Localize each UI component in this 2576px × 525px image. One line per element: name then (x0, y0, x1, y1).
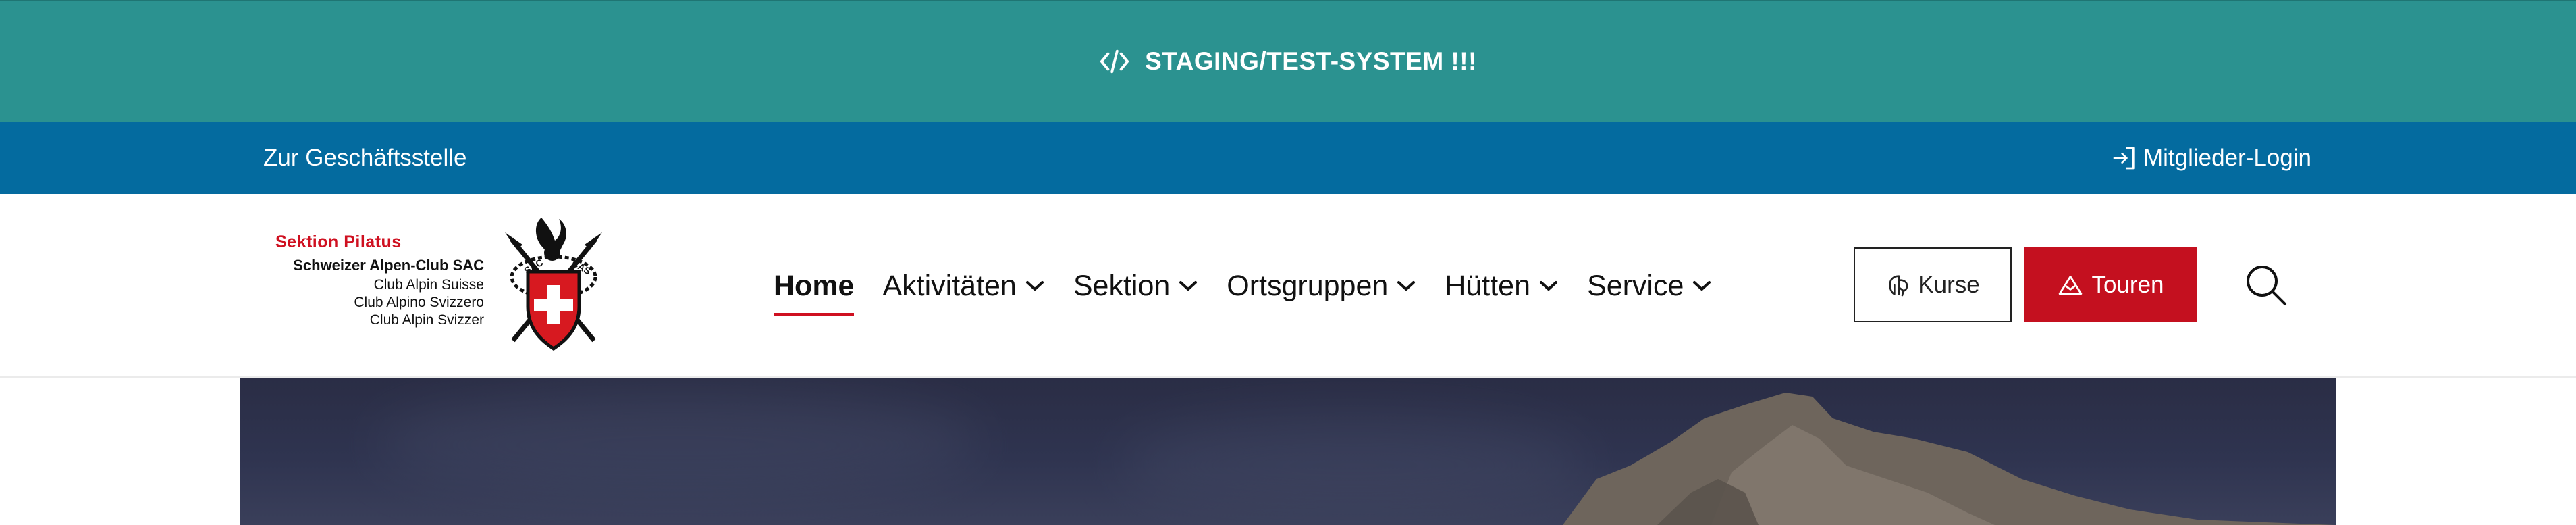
nav-item-label: Aktivitäten (882, 269, 1017, 302)
nav-item-ortsgruppen[interactable]: Ortsgruppen (1227, 270, 1416, 303)
staging-text: STAGING/TEST-SYSTEM !!! (1145, 47, 1477, 75)
logo-sektion: Sektion Pilatus (275, 232, 402, 251)
logo-club-line: Club Alpin Svizzer (369, 312, 484, 328)
logo-club-line: Club Alpin Suisse (373, 277, 484, 293)
mountain-icon (2059, 275, 2083, 295)
kurse-label: Kurse (1918, 271, 1980, 298)
nav-item-huetten[interactable]: Hütten (1445, 270, 1559, 303)
nav-item-label: Sektion (1073, 269, 1171, 302)
code-icon (1100, 49, 1129, 74)
course-icon (1889, 274, 1908, 296)
search-icon[interactable] (2243, 261, 2290, 309)
nav-item-label: Hütten (1445, 269, 1531, 302)
member-login-link[interactable]: Mitglieder-Login (2111, 122, 2311, 194)
kurse-button[interactable]: Kurse (1854, 247, 2012, 322)
chevron-down-icon (1540, 281, 1558, 291)
nav-item-service[interactable]: Service (1587, 270, 1712, 303)
staging-banner: STAGING/TEST-SYSTEM !!! (0, 0, 2576, 122)
sac-seal-icon: SAC CAS (505, 218, 602, 351)
logo-club-main: Schweizer Alpen-Club SAC (293, 257, 484, 274)
chevron-down-icon (1179, 281, 1198, 291)
office-link[interactable]: Zur Geschäftsstelle (263, 122, 467, 194)
chevron-down-icon (1025, 281, 1044, 291)
nav-item-sektion[interactable]: Sektion (1073, 270, 1198, 303)
login-icon (2113, 147, 2135, 169)
nav-item-label: Ortsgruppen (1227, 269, 1389, 302)
nav-item-home[interactable]: Home (774, 269, 855, 316)
site-header: Sektion Pilatus Schweizer Alpen-Club SAC… (0, 194, 2576, 378)
logo-club-line: Club Alpino Svizzero (354, 295, 484, 310)
nav-item-aktivitaeten[interactable]: Aktivitäten (882, 270, 1044, 303)
main-nav: Home Aktivitäten Sektion Ortsgruppen Hüt… (774, 194, 1740, 378)
chevron-down-icon (1397, 281, 1416, 291)
mountain-rock (1563, 393, 2336, 525)
chevron-down-icon (1693, 281, 1711, 291)
sac-logo[interactable]: Sektion Pilatus Schweizer Alpen-Club SAC… (275, 212, 616, 357)
hero-image (240, 378, 2336, 525)
top-bar: Zur Geschäftsstelle Mitglieder-Login (0, 122, 2576, 194)
touren-label: Touren (2091, 271, 2164, 298)
login-label: Mitglieder-Login (2143, 144, 2311, 171)
touren-button[interactable]: Touren (2024, 247, 2197, 322)
nav-item-label: Service (1587, 269, 1684, 302)
nav-item-label: Home (774, 269, 855, 302)
